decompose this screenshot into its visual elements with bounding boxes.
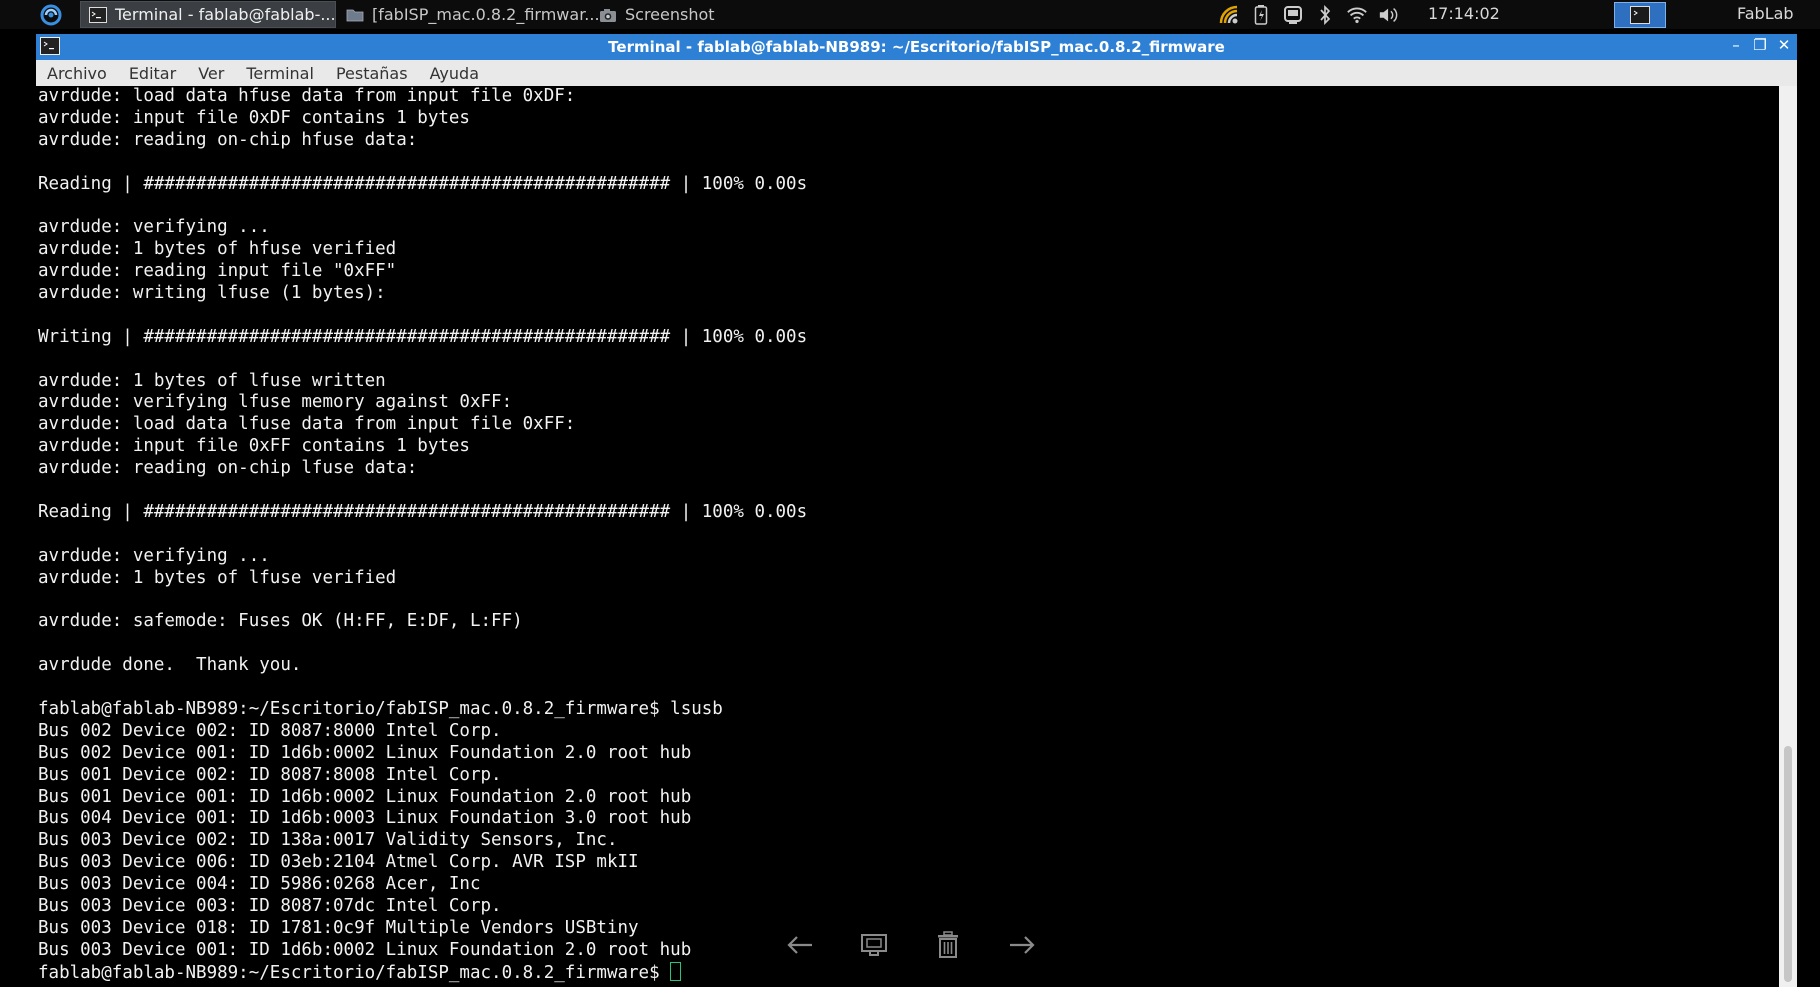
terminal-line: Reading | ##############################… xyxy=(38,173,808,194)
desktop-edge xyxy=(1797,34,1820,987)
forward-arrow-icon[interactable] xyxy=(1005,928,1039,962)
terminal-line: fablab@fablab-NB989:~/Escritorio/fabISP_… xyxy=(38,698,723,719)
terminal-line: avrdude: reading input file "0xFF" xyxy=(38,261,397,282)
applications-menu-icon[interactable] xyxy=(38,3,64,27)
taskbar-item-label: Screenshot xyxy=(625,5,715,24)
taskbar-item-label: [fabISP_mac.0.8.2_firmwar... xyxy=(372,5,598,24)
set-wallpaper-icon[interactable] xyxy=(857,928,891,962)
terminal-icon xyxy=(1630,6,1650,24)
viewer-toolbar xyxy=(783,928,1039,962)
terminal-line: Bus 003 Device 002: ID 138a:0017 Validit… xyxy=(38,830,618,851)
scrollbar-thumb[interactable] xyxy=(1784,746,1792,982)
terminal-line: avrdude: verifying ... xyxy=(38,545,270,566)
terminal-icon xyxy=(89,6,107,23)
terminal-line: Reading | ##############################… xyxy=(38,501,808,522)
minimize-icon[interactable]: – xyxy=(1729,36,1743,54)
terminal-line: avrdude: input file 0xFF contains 1 byte… xyxy=(38,436,470,457)
folder-icon xyxy=(346,9,364,21)
terminal-line: Bus 003 Device 003: ID 8087:07dc Intel C… xyxy=(38,895,502,916)
show-desktop-button[interactable] xyxy=(1614,2,1666,28)
close-icon[interactable]: ✕ xyxy=(1777,36,1791,54)
terminal-line: avrdude: load data hfuse data from input… xyxy=(38,86,576,106)
menubar: Archivo Editar Ver Terminal Pestañas Ayu… xyxy=(36,60,1797,86)
terminal-line: Bus 002 Device 001: ID 1d6b:0002 Linux F… xyxy=(38,742,692,763)
terminal-line: Bus 003 Device 018: ID 1781:0c9f Multipl… xyxy=(38,917,639,938)
terminal-line: avrdude: verifying ... xyxy=(38,217,270,238)
terminal-line: Writing | ##############################… xyxy=(38,326,808,347)
taskbar-item-screenshot[interactable]: Screenshot xyxy=(591,1,731,28)
shell-prompt: fablab@fablab-NB989:~/Escritorio/fabISP_… xyxy=(38,962,671,983)
terminal-line: avrdude: safemode: Fuses OK (H:FF, E:DF,… xyxy=(38,611,523,632)
wifi-icon[interactable] xyxy=(1346,4,1368,26)
terminal-line: avrdude: 1 bytes of lfuse written xyxy=(38,370,386,391)
terminal-output[interactable]: avrdude: load data hfuse data from input… xyxy=(36,86,1779,987)
terminal-line: Bus 003 Device 001: ID 1d6b:0002 Linux F… xyxy=(38,939,692,960)
volume-icon[interactable] xyxy=(1378,4,1400,26)
menu-terminal[interactable]: Terminal xyxy=(246,64,314,83)
terminal-line: avrdude: writing lfuse (1 bytes): xyxy=(38,283,386,304)
back-arrow-icon[interactable] xyxy=(783,928,817,962)
bluetooth-icon[interactable] xyxy=(1314,4,1336,26)
terminal-line: avrdude: reading on-chip hfuse data: xyxy=(38,129,418,150)
menu-pestanas[interactable]: Pestañas xyxy=(336,64,408,83)
trash-icon[interactable] xyxy=(931,928,965,962)
terminal-line: avrdude: load data lfuse data from input… xyxy=(38,414,576,435)
terminal-line: Bus 002 Device 002: ID 8087:8000 Intel C… xyxy=(38,720,502,741)
terminal-line: avrdude: reading on-chip lfuse data: xyxy=(38,458,418,479)
terminal-line: avrdude: 1 bytes of lfuse verified xyxy=(38,567,397,588)
terminal-line: Bus 003 Device 006: ID 03eb:2104 Atmel C… xyxy=(38,852,639,873)
menu-ver[interactable]: Ver xyxy=(198,64,224,83)
terminal-line: Bus 001 Device 002: ID 8087:8008 Intel C… xyxy=(38,764,502,785)
camera-icon xyxy=(600,8,616,22)
menu-ayuda[interactable]: Ayuda xyxy=(430,64,479,83)
battery-icon[interactable] xyxy=(1250,4,1272,26)
terminal-line: Bus 003 Device 004: ID 5986:0268 Acer, I… xyxy=(38,874,481,895)
terminal-scrollbar[interactable] xyxy=(1779,86,1797,987)
system-tray xyxy=(1218,0,1400,29)
terminal-line: avrdude: 1 bytes of hfuse verified xyxy=(38,239,397,260)
terminal-line: avrdude done. Thank you. xyxy=(38,655,302,676)
terminal-line: Bus 004 Device 001: ID 1d6b:0003 Linux F… xyxy=(38,808,692,829)
terminal-prompt-line[interactable]: fablab@fablab-NB989:~/Escritorio/fabISP_… xyxy=(38,961,807,984)
taskbar-item-terminal[interactable]: Terminal - fablab@fablab-... xyxy=(80,1,336,28)
text-cursor xyxy=(670,961,682,981)
terminal-line: avrdude: input file 0xDF contains 1 byte… xyxy=(38,107,470,128)
top-panel: Terminal - fablab@fablab-... [fabISP_mac… xyxy=(0,0,1820,29)
network-signal-icon[interactable] xyxy=(1218,4,1240,26)
user-name[interactable]: FabLab xyxy=(1737,4,1794,23)
maximize-icon[interactable]: ❐ xyxy=(1753,36,1767,54)
menu-archivo[interactable]: Archivo xyxy=(47,64,107,83)
window-title: Terminal - fablab@fablab-NB989: ~/Escrit… xyxy=(608,38,1225,56)
window-titlebar[interactable]: Terminal - fablab@fablab-NB989: ~/Escrit… xyxy=(36,34,1797,60)
terminal-line: avrdude: verifying lfuse memory against … xyxy=(38,392,513,413)
usb-device-icon[interactable] xyxy=(1282,4,1304,26)
taskbar-item-label: Terminal - fablab@fablab-... xyxy=(115,5,336,24)
clock[interactable]: 17:14:02 xyxy=(1428,4,1500,23)
menu-editar[interactable]: Editar xyxy=(129,64,176,83)
taskbar-item-file-manager[interactable]: [fabISP_mac.0.8.2_firmwar... xyxy=(338,1,598,28)
terminal-line: Bus 001 Device 001: ID 1d6b:0002 Linux F… xyxy=(38,786,692,807)
